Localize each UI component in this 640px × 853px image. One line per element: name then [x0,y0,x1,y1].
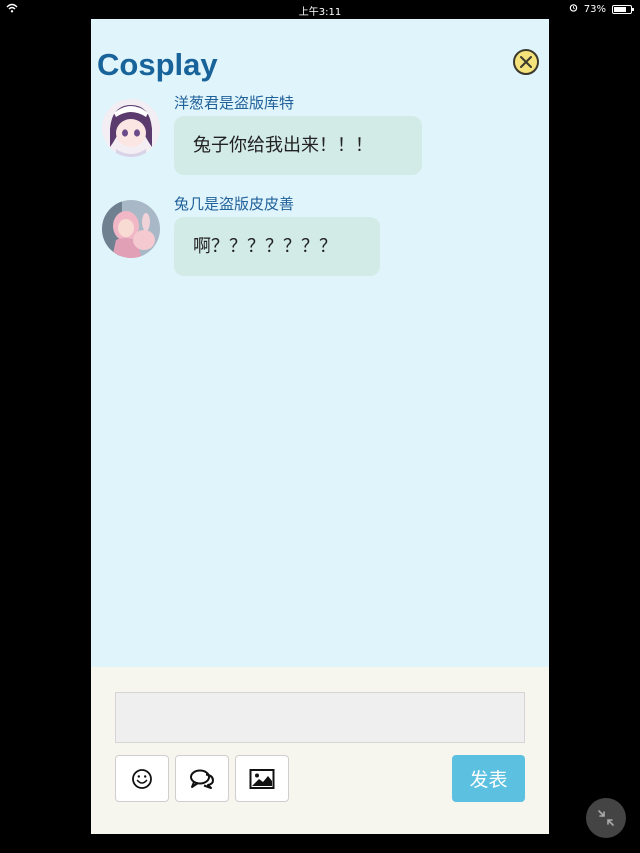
message-username: 洋葱君是盗版库特 [174,94,295,112]
composer: 发表 [91,667,549,834]
battery-percent: 73% [583,3,606,15]
post-button[interactable]: 发表 [452,755,525,802]
quick-reply-button[interactable] [175,755,229,802]
message-bubble: 啊？？？？？？？ [174,217,380,276]
alarm-icon [569,3,578,15]
message-username: 兔几是盗版皮皮善 [174,195,295,213]
emoji-icon [132,768,152,789]
close-icon [520,56,532,68]
status-bar: 上午3:11 73% [0,0,640,18]
avatar[interactable] [102,99,160,157]
avatar[interactable] [102,200,160,258]
message-bubble: 兔子你给我出来！！！ [174,116,422,175]
image-upload-button[interactable] [235,755,289,802]
chat-panel: Cosplay 洋葱君是盗版库特 兔子你给我出来！！！ 兔几是盗版皮皮善 啊？？… [91,19,549,834]
collapse-arrows-icon [598,810,614,826]
emoji-button[interactable] [115,755,169,802]
message-input[interactable] [115,692,525,743]
chat-title: Cosplay [97,47,218,82]
close-button[interactable] [513,49,539,75]
chat-bubbles-icon [190,769,214,789]
image-icon [249,768,275,789]
status-time: 上午3:11 [298,7,342,18]
minimize-button[interactable] [586,798,626,838]
battery-icon [612,4,634,14]
